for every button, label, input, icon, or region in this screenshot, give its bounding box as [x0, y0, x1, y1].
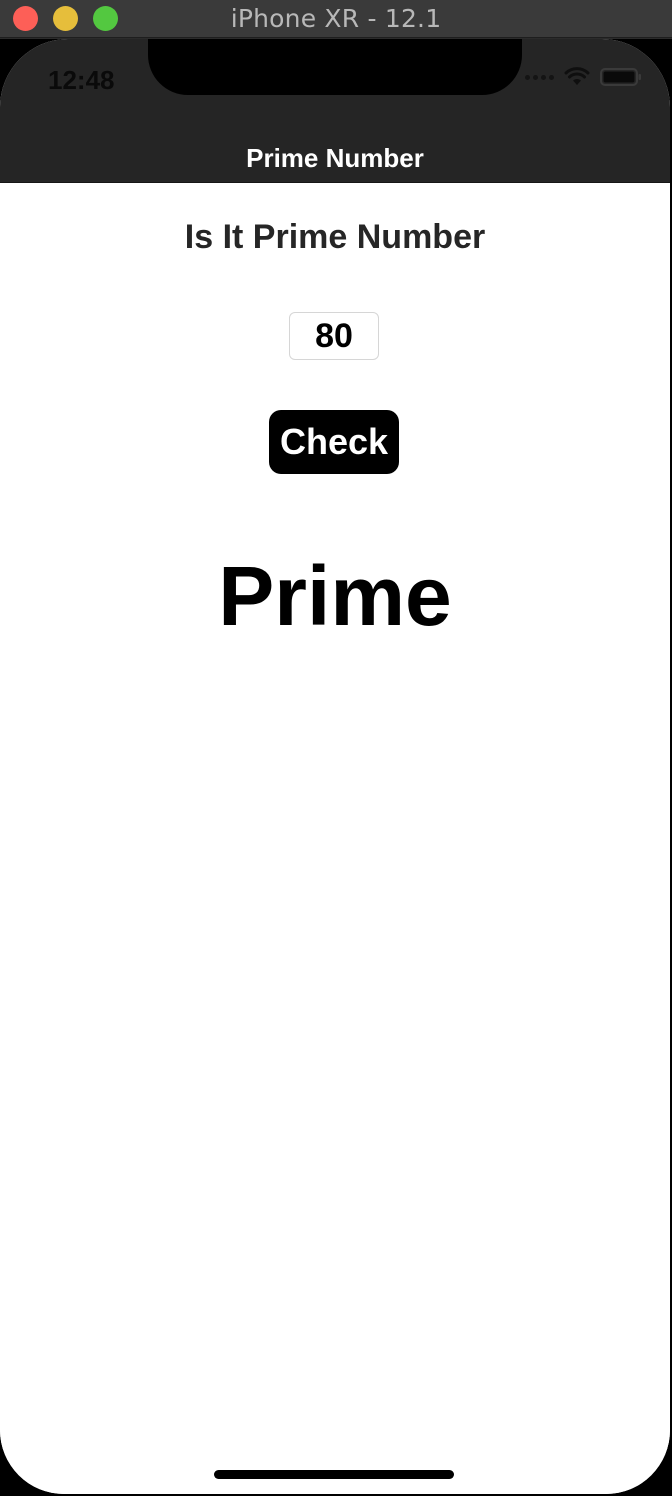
simulator-window: iPhone XR - 12.1 12:48 Prime Number Is I… [0, 0, 672, 1496]
window-titlebar: iPhone XR - 12.1 [0, 0, 672, 38]
home-indicator[interactable] [214, 1470, 454, 1479]
status-icons [525, 67, 642, 87]
status-time: 12:48 [48, 65, 115, 95]
page-heading: Is It Prime Number [184, 218, 486, 256]
result-label: Prime [218, 549, 452, 643]
main-content: Is It Prime Number Check Prime [0, 184, 670, 1494]
status-bar: 12:48 [0, 39, 670, 135]
navigation-bar: Prime Number [0, 135, 670, 183]
nav-title: Prime Number [246, 143, 424, 173]
check-button[interactable]: Check [269, 410, 399, 474]
device-notch [148, 39, 522, 95]
window-title: iPhone XR - 12.1 [230, 4, 442, 33]
wifi-icon [564, 67, 590, 85]
device-screen: 12:48 Prime Number Is It Prime Number 80… [0, 39, 670, 1494]
cellular-dots-icon [525, 74, 554, 80]
battery-icon [600, 68, 641, 86]
device-frame: 12:48 Prime Number Is It Prime Number 80… [0, 39, 672, 1496]
number-input[interactable] [289, 312, 379, 360]
